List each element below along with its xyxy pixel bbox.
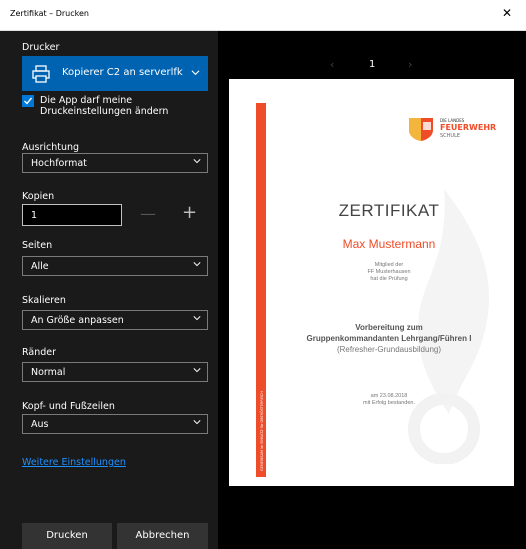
margins-label: Ränder: [22, 347, 57, 358]
side-stripe-text: GEMEINSAM im EINSATZ für OBERÖSTERREICH: [259, 391, 264, 471]
cancel-button[interactable]: Abbrechen: [117, 523, 208, 549]
page-number: 1: [369, 59, 376, 70]
margins-value: Normal: [31, 367, 66, 378]
increase-copies-button[interactable]: +: [182, 202, 197, 223]
decrease-copies-button[interactable]: —: [140, 204, 156, 223]
chevron-down-icon: [193, 316, 201, 321]
chevron-down-icon: [191, 70, 200, 76]
date-text: am 23.08.2018 mit Erfolg bestanden.: [289, 393, 489, 407]
header-footer-select[interactable]: Aus: [22, 414, 208, 434]
next-page-icon[interactable]: ›: [408, 58, 412, 71]
app-settings-checkbox[interactable]: [22, 95, 34, 107]
orientation-value: Hochformat: [31, 158, 87, 169]
member-line: hat die Prüfung: [370, 276, 408, 282]
orientation-label: Ausrichtung: [22, 142, 80, 153]
chevron-down-icon: [193, 159, 201, 164]
crest-icon: [409, 118, 433, 141]
course-line: Gruppenkommandanten Lehrgang/Führen I: [306, 334, 472, 343]
course-text: Vorbereitung zum Gruppenkommandanten Leh…: [289, 322, 489, 344]
header-footer-value: Aus: [31, 419, 49, 430]
svg-text:GEMEINSAM im EINSATZ für OBERÖ: GEMEINSAM im EINSATZ für OBERÖSTERREICH: [259, 391, 264, 471]
pages-select[interactable]: Alle: [22, 256, 208, 276]
pages-label: Seiten: [22, 240, 53, 251]
orientation-select[interactable]: Hochformat: [22, 153, 208, 173]
date-line: mit Erfolg bestanden.: [363, 400, 415, 406]
date-line: am 23.08.2018: [370, 393, 408, 399]
school-logo: DIE LANDES FEUERWEHR SCHULE: [407, 114, 497, 144]
copies-label: Kopien: [22, 191, 55, 202]
more-settings-link[interactable]: Weitere Einstellungen: [22, 457, 126, 468]
course-subtitle: (Refresher-Grundausbildung): [336, 345, 442, 354]
chevron-down-icon: [193, 368, 201, 373]
member-text: Mitglied der FF Musterhausen hat die Prü…: [289, 262, 489, 283]
close-icon[interactable]: ✕: [502, 7, 512, 19]
side-stripe: GEMEINSAM im EINSATZ für OBERÖSTERREICH: [256, 103, 266, 477]
printer-icon: [32, 65, 50, 83]
scale-select[interactable]: An Größe anpassen: [22, 310, 208, 330]
checkmark-icon: [24, 97, 33, 105]
printer-value: Kopierer C2 an serverlfk: [62, 67, 183, 78]
scale-value: An Größe anpassen: [31, 315, 124, 326]
margins-select[interactable]: Normal: [22, 362, 208, 382]
app-settings-label: Die App darf meine Druckeinstellungen än…: [40, 95, 169, 117]
header-footer-label: Kopf- und Fußzeilen: [22, 401, 115, 412]
chevron-down-icon: [193, 262, 201, 267]
certificate-preview: GEMEINSAM im EINSATZ für OBERÖSTERREICH …: [229, 79, 514, 486]
certificate-title: ZERTIFIKAT: [338, 201, 440, 220]
print-button[interactable]: Drucken: [22, 523, 112, 549]
logo-line3: SCHULE: [440, 133, 461, 139]
printer-label: Drucker: [22, 42, 60, 53]
scale-label: Skalieren: [22, 295, 66, 306]
printer-select[interactable]: Kopierer C2 an serverlfk: [22, 56, 208, 91]
window-title: Zertifikat – Drucken: [10, 9, 89, 18]
logo-line2: FEUERWEHR: [440, 123, 497, 132]
chevron-down-icon: [193, 420, 201, 425]
copies-value: 1: [31, 210, 38, 221]
title-bar: Zertifikat – Drucken ✕: [0, 0, 526, 31]
course-line: Vorbereitung zum: [355, 323, 423, 332]
prev-page-icon[interactable]: ‹: [330, 58, 334, 71]
recipient-name: Max Mustermann: [342, 237, 436, 251]
member-line: FF Musterhausen: [367, 269, 411, 275]
pages-value: Alle: [31, 261, 49, 272]
copies-input[interactable]: 1: [22, 204, 122, 226]
member-line: Mitglied der: [374, 262, 404, 268]
